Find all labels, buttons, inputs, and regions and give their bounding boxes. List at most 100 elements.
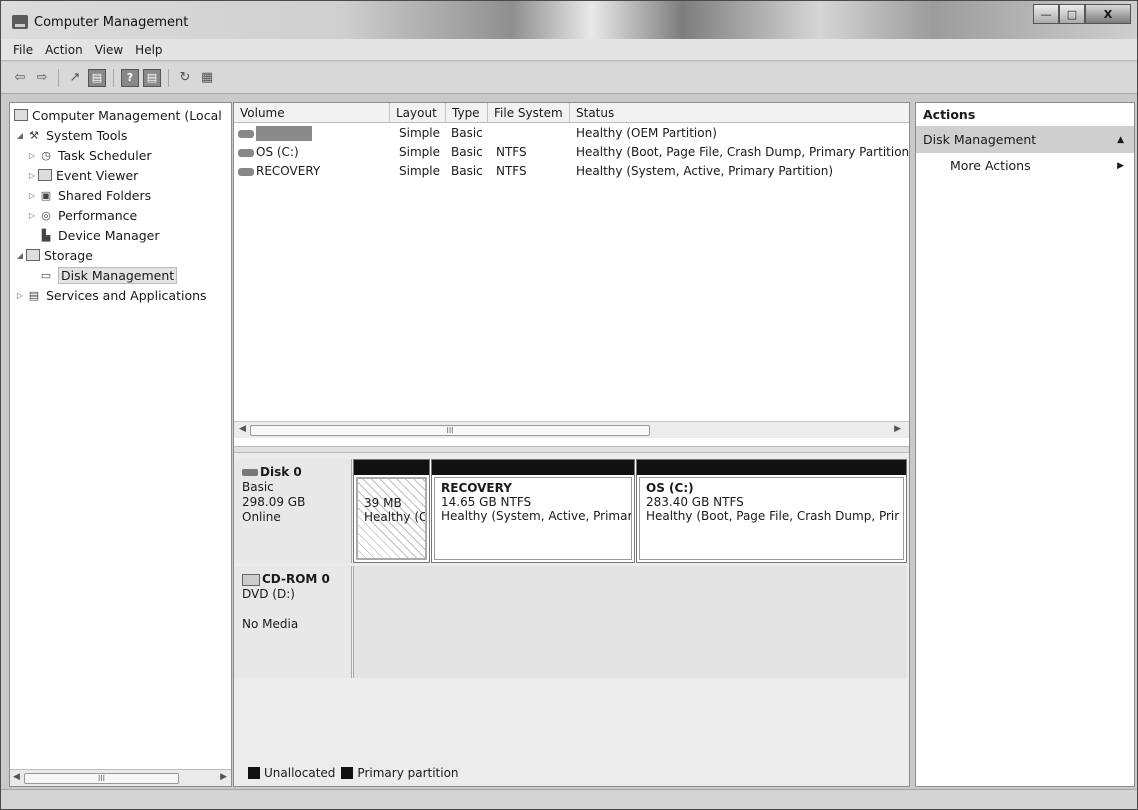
actions-section-disk-management[interactable]: Disk Management ▲: [916, 127, 1134, 153]
disk-graphical-view: Disk 0 Basic 298.09 GB Online 39 MB Heal…: [234, 453, 909, 786]
scroll-left-arrow-icon[interactable]: ◀: [239, 424, 246, 434]
oem-partition[interactable]: 39 MB Healthy (C: [353, 459, 430, 563]
show-hide-action-pane-icon[interactable]: ▤: [143, 68, 161, 87]
collapsed-arrow-icon[interactable]: ▷: [26, 211, 38, 220]
column-header-volume[interactable]: Volume: [234, 103, 390, 123]
tree-item-device-manager[interactable]: ▙ Device Manager: [38, 225, 160, 245]
tree-item-event-viewer[interactable]: ▷ Event Viewer: [26, 165, 138, 185]
refresh-icon[interactable]: ↻: [176, 69, 194, 87]
partition-status: Healthy (C: [364, 510, 427, 524]
pane-splitter[interactable]: [234, 446, 909, 453]
tree-label: Services and Applications: [46, 287, 207, 303]
disk-0-label[interactable]: Disk 0 Basic 298.09 GB Online: [234, 459, 352, 563]
scrollbar-thumb[interactable]: III: [250, 425, 650, 436]
maximize-button[interactable]: □: [1059, 4, 1085, 24]
column-header-layout[interactable]: Layout: [390, 103, 446, 123]
tree-label: Performance: [58, 207, 138, 223]
disk-state: Online: [242, 510, 281, 524]
up-icon[interactable]: ↗: [66, 69, 84, 87]
expanded-arrow-icon[interactable]: ◢: [14, 251, 26, 260]
volume-cell: OS (C:): [234, 143, 299, 162]
os-partition[interactable]: OS (C:) 283.40 GB NTFS Healthy (Boot, Pa…: [636, 459, 907, 563]
disk-type: Basic: [242, 480, 274, 494]
tree-item-performance[interactable]: ▷ ◎ Performance: [26, 205, 137, 225]
shared-folder-icon: ▣: [40, 188, 52, 202]
tree-label: Device Manager: [58, 227, 160, 243]
legend: Unallocated Primary partition: [242, 766, 459, 780]
layout-cell: Simple: [399, 145, 440, 159]
menu-file[interactable]: File: [7, 41, 39, 59]
performance-icon: ◎: [41, 208, 51, 222]
collapsed-arrow-icon[interactable]: ▷: [26, 151, 38, 160]
tree-item-shared-folders[interactable]: ▷ ▣ Shared Folders: [26, 185, 151, 205]
partition-body: OS (C:) 283.40 GB NTFS Healthy (Boot, Pa…: [639, 477, 904, 560]
redacted-volume-name: [256, 126, 312, 141]
title-bar[interactable]: Computer Management — □ X: [1, 1, 1137, 39]
menu-help[interactable]: Help: [129, 41, 168, 59]
properties-icon[interactable]: ▦: [198, 69, 216, 87]
tree-label: Task Scheduler: [58, 147, 152, 163]
volume-list-horizontal-scrollbar[interactable]: ◀ III ▶: [234, 421, 909, 438]
expanded-arrow-icon[interactable]: ◢: [14, 131, 26, 140]
recovery-partition[interactable]: RECOVERY 14.65 GB NTFS Healthy (System, …: [431, 459, 635, 563]
computer-management-window: Computer Management — □ X File Action Vi…: [0, 0, 1138, 810]
back-icon[interactable]: ⇦: [11, 69, 29, 87]
tree-label: Computer Management (Local: [32, 107, 222, 123]
toolbar-separator: [58, 68, 59, 87]
menu-bar: File Action View Help: [1, 39, 1137, 61]
collapsed-arrow-icon[interactable]: ▷: [26, 191, 38, 200]
disk-0-partitions: 39 MB Healthy (C RECOVERY 14.65 GB NTFS …: [353, 459, 907, 563]
forward-icon[interactable]: ⇨: [33, 69, 51, 87]
computer-management-icon: [14, 109, 28, 121]
menu-action[interactable]: Action: [39, 41, 89, 59]
volume-row[interactable]: Simple Basic Healthy (OEM Partition): [234, 124, 909, 143]
scroll-right-arrow-icon[interactable]: ▶: [894, 424, 901, 434]
volume-cell: [234, 124, 312, 143]
close-button[interactable]: X: [1085, 4, 1131, 24]
tree-item-computer-management[interactable]: Computer Management (Local: [14, 105, 222, 125]
show-hide-tree-icon[interactable]: ▤: [88, 68, 106, 87]
cdrom-0-label[interactable]: CD-ROM 0 DVD (D:) No Media: [234, 566, 352, 678]
menu-view[interactable]: View: [89, 41, 129, 59]
tree-item-disk-management[interactable]: ▭ Disk Management: [38, 265, 178, 285]
window-title: Computer Management: [34, 15, 189, 30]
collapse-up-arrow-icon[interactable]: ▲: [1117, 127, 1124, 153]
column-header-file-system[interactable]: File System: [488, 103, 570, 123]
tree-item-services-and-applications[interactable]: ▷ ▤ Services and Applications: [14, 285, 207, 305]
primary-partition-bar: [432, 460, 634, 475]
computer-management-icon: [12, 15, 28, 29]
volume-list-header: Volume Layout Type File System Status: [234, 103, 909, 123]
hard-disk-icon: [242, 469, 258, 476]
type-cell: Basic: [451, 164, 483, 178]
column-header-type[interactable]: Type: [446, 103, 488, 123]
tree-item-system-tools[interactable]: ◢ ⚒ System Tools: [14, 125, 127, 145]
volume-row[interactable]: RECOVERY Simple Basic NTFS Healthy (Syst…: [234, 162, 909, 181]
cdrom-0-area[interactable]: [353, 566, 907, 678]
partition-size: 14.65 GB NTFS: [441, 495, 532, 509]
cdrom-name-row: CD-ROM 0: [242, 572, 343, 587]
partition-name: OS (C:): [646, 481, 694, 495]
layout-cell: Simple: [399, 164, 440, 178]
tree-label: System Tools: [46, 127, 128, 143]
column-header-status[interactable]: Status: [570, 103, 909, 123]
partition-size: 283.40 GB NTFS: [646, 495, 744, 509]
collapsed-arrow-icon[interactable]: ▷: [14, 291, 26, 300]
volume-cell: RECOVERY: [234, 162, 320, 181]
more-actions-item[interactable]: More Actions ▶: [916, 153, 1134, 179]
scroll-right-arrow-icon[interactable]: ▶: [220, 772, 227, 782]
tree-item-storage[interactable]: ◢ Storage: [14, 245, 93, 265]
volume-name: RECOVERY: [256, 164, 321, 178]
scroll-left-arrow-icon[interactable]: ◀: [13, 772, 20, 782]
collapsed-arrow-icon[interactable]: ▷: [26, 171, 38, 180]
file-system-cell: NTFS: [496, 145, 527, 159]
tree-horizontal-scrollbar[interactable]: ◀ III ▶: [10, 769, 231, 786]
section-label: Disk Management: [923, 132, 1037, 147]
partition-body: 39 MB Healthy (C: [356, 477, 427, 560]
minimize-button[interactable]: —: [1033, 4, 1059, 24]
help-icon[interactable]: ?: [121, 68, 139, 87]
volume-row[interactable]: OS (C:) Simple Basic NTFS Healthy (Boot,…: [234, 143, 909, 162]
clock-icon: ◷: [41, 148, 51, 162]
tree-item-task-scheduler[interactable]: ▷ ◷ Task Scheduler: [26, 145, 152, 165]
scrollbar-thumb[interactable]: III: [24, 773, 179, 784]
layout-cell: Simple: [399, 126, 440, 140]
